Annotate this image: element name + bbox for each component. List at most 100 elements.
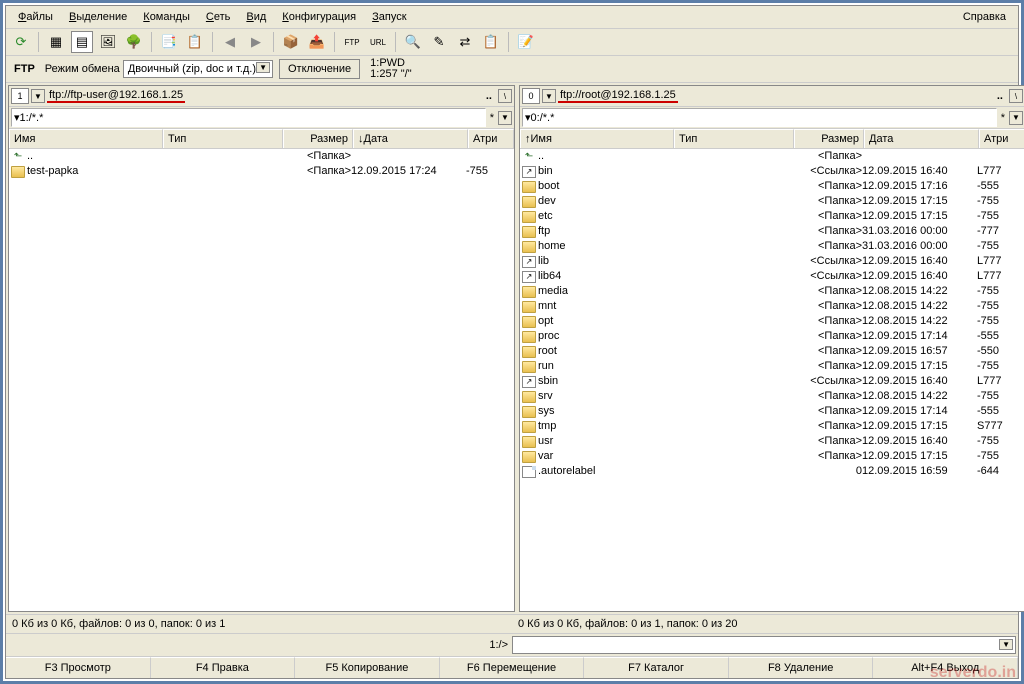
list-item[interactable]: dev<Папка>12.09.2015 17:15-755 [520,194,1024,209]
right-path-dropdown-icon[interactable]: ▼ [1009,111,1023,125]
left-panel: 1 ▼ ftp://ftp-user@192.168.1.25 .. \ ▾1:… [8,85,515,612]
list-item[interactable]: tmp<Папка>12.09.2015 17:15S777 [520,419,1024,434]
list-item[interactable]: ftp<Папка>31.03.2016 00:00-777 [520,224,1024,239]
fn-button[interactable]: F5 Копирование [295,657,440,678]
right-address[interactable]: ftp://root@192.168.1.25 [558,89,678,103]
right-root-icon[interactable]: \ [1009,89,1023,103]
folder-icon [522,406,536,418]
left-address[interactable]: ftp://ftp-user@192.168.1.25 [47,89,185,103]
list-item[interactable]: ↗sbin<Ссылка>12.09.2015 16:40L777 [520,374,1024,389]
unpack-icon[interactable]: 📤 [306,31,328,53]
left-header-size[interactable]: Размер [283,129,353,148]
list-item[interactable]: home<Папка>31.03.2016 00:00-755 [520,239,1024,254]
list-item[interactable]: opt<Папка>12.08.2015 14:22-755 [520,314,1024,329]
right-header-size[interactable]: Размер [794,129,864,148]
left-path[interactable]: ▾1:/*.* [11,108,486,127]
menu-item[interactable]: Конфигурация [274,8,364,26]
list-item[interactable]: usr<Папка>12.09.2015 16:40-755 [520,434,1024,449]
left-root-icon[interactable]: \ [498,89,512,103]
right-drive-icon[interactable]: 0 [522,88,540,104]
list-item[interactable]: ↗lib<Ссылка>12.09.2015 16:40L777 [520,254,1024,269]
list-item[interactable]: mnt<Папка>12.08.2015 14:22-755 [520,299,1024,314]
right-listing[interactable]: ⬑..<Папка>↗bin<Ссылка>12.09.2015 16:40L7… [520,149,1024,611]
list-item[interactable]: ↗lib64<Ссылка>12.09.2015 16:40L777 [520,269,1024,284]
left-filter-icon[interactable]: * [486,112,498,124]
left-drive-dropdown-icon[interactable]: ▼ [31,89,45,103]
folder-icon [522,286,536,298]
left-listing[interactable]: ⬑..<Папка>test-papka<Папка>12.09.2015 17… [9,149,514,611]
fn-button[interactable]: F4 Правка [151,657,296,678]
rename-icon[interactable]: ✎ [428,31,450,53]
menu-item[interactable]: Вид [238,8,274,26]
left-path-bar: ▾1:/*.* * ▼ [9,107,514,129]
right-headers: ↑Имя Тип Размер Дата Атри [520,129,1024,149]
list-item[interactable]: srv<Папка>12.08.2015 14:22-755 [520,389,1024,404]
right-header-date[interactable]: Дата [864,129,979,148]
sync-icon[interactable]: ⇄ [454,31,476,53]
pack-icon[interactable]: 📦 [280,31,302,53]
view-icon-2[interactable]: ▤ [71,31,93,53]
list-item[interactable]: ↗bin<Ссылка>12.09.2015 16:40L777 [520,164,1024,179]
right-drive-dropdown-icon[interactable]: ▼ [542,89,556,103]
menu-help[interactable]: Справка [955,8,1014,26]
left-headers: Имя Тип Размер ↓Дата Атри [9,129,514,149]
list-item[interactable]: proc<Папка>12.09.2015 17:14-555 [520,329,1024,344]
view-icon-3[interactable]: 🖼 [97,31,119,53]
menu-item[interactable]: Команды [135,8,198,26]
list-item[interactable]: .autorelabel012.09.2015 16:59-644 [520,464,1024,479]
command-input[interactable] [512,636,1016,654]
up-icon: ⬑ [522,151,536,163]
fn-button[interactable]: Alt+F4 Выход [873,657,1018,678]
menu-item[interactable]: Запуск [364,8,414,26]
fn-button[interactable]: F7 Каталог [584,657,729,678]
list-item[interactable]: boot<Папка>12.09.2015 17:16-555 [520,179,1024,194]
forward-icon[interactable]: ▶ [245,31,267,53]
fn-button[interactable]: F8 Удаление [729,657,874,678]
refresh-icon[interactable]: ⟳ [10,31,32,53]
menu-item[interactable]: Сеть [198,8,238,26]
url-icon[interactable]: URL [367,31,389,53]
sort-icon-2[interactable]: 📋 [184,31,206,53]
list-item[interactable]: root<Папка>12.09.2015 16:57-550 [520,344,1024,359]
list-item[interactable]: etc<Папка>12.09.2015 17:15-755 [520,209,1024,224]
right-header-type[interactable]: Тип [674,129,794,148]
search-icon[interactable]: 🔍 [402,31,424,53]
list-item[interactable]: var<Папка>12.09.2015 17:15-755 [520,449,1024,464]
ftp-icon[interactable]: FTP [341,31,363,53]
menu-item[interactable]: Файлы [10,8,61,26]
status-row: 0 Кб из 0 Кб, файлов: 0 из 0, папок: 0 и… [6,614,1018,633]
list-item[interactable]: run<Папка>12.09.2015 17:15-755 [520,359,1024,374]
file-icon [522,466,536,478]
list-item[interactable]: ⬑..<Папка> [520,149,1024,164]
right-header-name[interactable]: ↑Имя [520,129,674,148]
tree-icon[interactable]: 🌳 [123,31,145,53]
back-icon[interactable]: ◀ [219,31,241,53]
right-header-attr[interactable]: Атри [979,129,1024,148]
left-header-date[interactable]: ↓Дата [353,129,468,148]
left-header-attr[interactable]: Атри [468,129,514,148]
list-item[interactable]: media<Папка>12.08.2015 14:22-755 [520,284,1024,299]
folder-icon [11,166,25,178]
mode-dropdown[interactable]: Двоичный (zip, doc и т.д.) [123,60,273,78]
sort-icon-1[interactable]: 📑 [158,31,180,53]
list-item[interactable]: sys<Папка>12.09.2015 17:14-555 [520,404,1024,419]
list-item[interactable]: test-papka<Папка>12.09.2015 17:24-755 [9,164,514,179]
right-path[interactable]: ▾0:/*.* [522,108,997,127]
copyname-icon[interactable]: 📋 [480,31,502,53]
menu-item[interactable]: Выделение [61,8,135,26]
fn-button[interactable]: F6 Перемещение [440,657,585,678]
left-header-type[interactable]: Тип [163,129,283,148]
view-icon-1[interactable]: ▦ [45,31,67,53]
fn-button[interactable]: F3 Просмотр [6,657,151,678]
notepad-icon[interactable]: 📝 [515,31,537,53]
disconnect-button[interactable]: Отключение [279,59,360,79]
right-filter-icon[interactable]: * [997,112,1009,124]
left-updir-icon[interactable]: .. [482,90,496,102]
left-address-bar: 1 ▼ ftp://ftp-user@192.168.1.25 .. \ [9,86,514,107]
list-item[interactable]: ⬑..<Папка> [9,149,514,164]
left-drive-icon[interactable]: 1 [11,88,29,104]
left-path-dropdown-icon[interactable]: ▼ [498,111,512,125]
right-updir-icon[interactable]: .. [993,90,1007,102]
left-header-name[interactable]: Имя [9,129,163,148]
right-panel: 0 ▼ ftp://root@192.168.1.25 .. \ ▾0:/*.*… [519,85,1024,612]
